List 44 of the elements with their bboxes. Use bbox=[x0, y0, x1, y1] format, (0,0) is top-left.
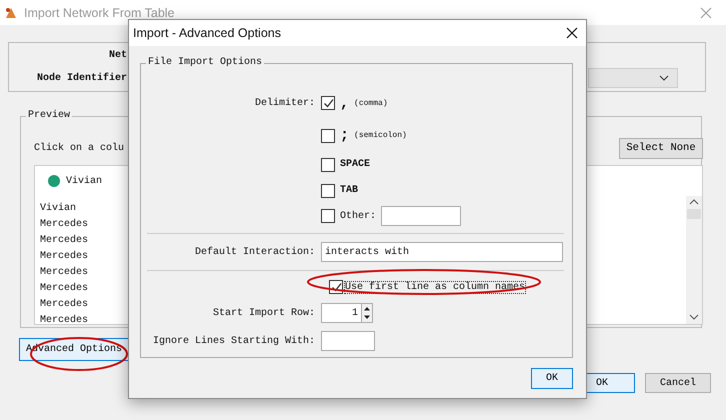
select-none-button[interactable]: Select None bbox=[619, 138, 703, 158]
input-field[interactable] bbox=[381, 206, 462, 226]
table-cell-text: Mercedes bbox=[40, 298, 88, 312]
cancel-button[interactable]: Cancel bbox=[645, 373, 711, 393]
option-note: (semicolon) bbox=[354, 131, 407, 140]
field-label: Node Identifier bbox=[37, 72, 128, 84]
group-title: File Import Options bbox=[146, 57, 264, 68]
table-cell-text: Mercedes bbox=[40, 314, 88, 324]
option-note: (comma) bbox=[354, 98, 388, 108]
field-label: Default Interaction: bbox=[194, 246, 315, 258]
option-label: , bbox=[340, 94, 350, 112]
close-icon[interactable] bbox=[566, 27, 578, 39]
field-label: Delimiter: bbox=[254, 98, 315, 108]
checkbox[interactable] bbox=[321, 158, 335, 172]
option-label: SPACE bbox=[340, 159, 370, 170]
table-cell-text: Mercedes bbox=[40, 250, 88, 264]
field-label: Net bbox=[109, 50, 128, 63]
dialog-title: Import - Advanced Options bbox=[133, 26, 281, 40]
ok-button[interactable]: OK bbox=[531, 368, 573, 389]
checkbox[interactable] bbox=[321, 128, 335, 142]
scrollbar[interactable] bbox=[686, 196, 702, 324]
checkbox[interactable] bbox=[321, 96, 335, 110]
option-label: ; bbox=[340, 127, 350, 144]
table-cell-text: Vivian bbox=[40, 202, 76, 216]
checkbox[interactable] bbox=[321, 184, 335, 198]
table-cell-text: Mercedes bbox=[40, 218, 88, 232]
column-header[interactable]: Vivian bbox=[66, 176, 102, 186]
checkbox[interactable] bbox=[321, 209, 335, 223]
option-label: Other: bbox=[340, 210, 376, 222]
input-field[interactable]: interacts with bbox=[321, 242, 563, 262]
table-cell-text: Mercedes bbox=[40, 266, 88, 280]
field-label: Ignore Lines Starting With: bbox=[152, 336, 315, 346]
table-cell-text: Mercedes bbox=[40, 282, 88, 296]
window-title: Import Network From Table bbox=[24, 6, 175, 20]
field-label: Start Import Row: bbox=[212, 308, 315, 318]
instruction-text: Click on a colu bbox=[34, 142, 124, 154]
input-field[interactable] bbox=[321, 331, 375, 351]
option-label: TAB bbox=[340, 185, 358, 196]
app-icon bbox=[4, 6, 18, 20]
scroll-thumb[interactable] bbox=[687, 209, 701, 219]
table-cell-text: Mercedes bbox=[40, 234, 88, 248]
chevron-icon bbox=[659, 75, 669, 81]
number-spinner[interactable]: 1 bbox=[321, 303, 373, 323]
status-dot-icon bbox=[48, 175, 60, 187]
